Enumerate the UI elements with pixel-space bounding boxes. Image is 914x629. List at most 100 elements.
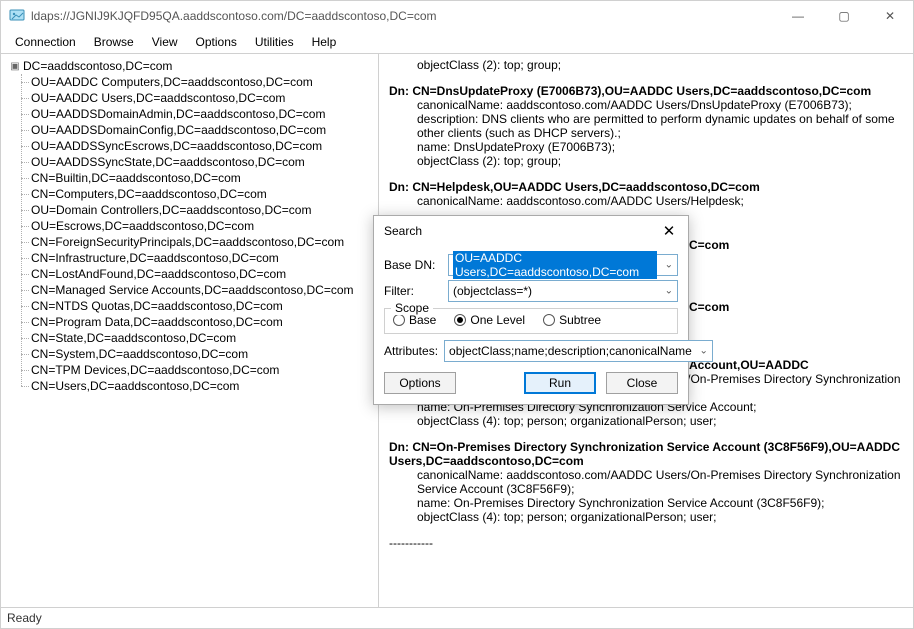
dn-line: Dn: CN=DnsUpdateProxy (E7006B73),OU=AADD… (389, 84, 903, 98)
radio-icon (454, 314, 466, 326)
tree-node-label: OU=AADDSSyncState,DC=aaddscontoso,DC=com (31, 155, 305, 169)
tree-node[interactable]: OU=AADDC Users,DC=aaddscontoso,DC=com (31, 90, 376, 106)
attr-line: objectClass (2): top; group; (389, 154, 903, 168)
maximize-button[interactable]: ▢ (821, 1, 867, 31)
tree-node-label: OU=AADDSDomainConfig,DC=aaddscontoso,DC=… (31, 123, 326, 137)
attr-line: description: DNS clients who are permitt… (389, 112, 903, 140)
attributes-row: Attributes: objectClass;name;description… (384, 340, 678, 362)
scope-subtree-radio[interactable]: Subtree (543, 313, 601, 327)
tree-node-label: CN=Program Data,DC=aaddscontoso,DC=com (31, 315, 283, 329)
search-dialog: Search ✕ Base DN: OU=AADDC Users,DC=aadd… (373, 215, 689, 405)
tree-node-label: OU=AADDSDomainAdmin,DC=aaddscontoso,DC=c… (31, 107, 325, 121)
tree-node-label: CN=Infrastructure,DC=aaddscontoso,DC=com (31, 251, 279, 265)
menu-utilities[interactable]: Utilities (247, 33, 302, 51)
attributes-combo[interactable]: objectClass;name;description;canonicalNa… (444, 340, 713, 362)
titlebar: ldaps://JGNIJ9KJQFD95QA.aaddscontoso.com… (1, 1, 913, 31)
attr-line: canonicalName: aaddscontoso.com/AADDC Us… (389, 194, 903, 208)
tree-node[interactable]: CN=System,DC=aaddscontoso,DC=com (31, 346, 376, 362)
tree-node[interactable]: OU=AADDC Computers,DC=aaddscontoso,DC=co… (31, 74, 376, 90)
tree-node-label: OU=Escrows,DC=aaddscontoso,DC=com (31, 219, 254, 233)
scope-subtree-label: Subtree (559, 313, 601, 327)
tree-node[interactable]: CN=Infrastructure,DC=aaddscontoso,DC=com (31, 250, 376, 266)
base-dn-combo[interactable]: OU=AADDC Users,DC=aaddscontoso,DC=com ⌄ (448, 254, 678, 276)
dialog-close-button[interactable]: ✕ (660, 222, 678, 240)
scope-one-label: One Level (470, 313, 525, 327)
tree-node[interactable]: CN=Users,DC=aaddscontoso,DC=com (31, 378, 376, 394)
close-button[interactable]: ✕ (867, 1, 913, 31)
attr-line: objectClass (4): top; person; organizati… (389, 414, 903, 428)
scope-legend: Scope (391, 301, 433, 315)
tree-node[interactable]: OU=AADDSDomainAdmin,DC=aaddscontoso,DC=c… (31, 106, 376, 122)
attr-line: objectClass (2): top; group; (389, 58, 903, 72)
tree-node-label: CN=Managed Service Accounts,DC=aaddscont… (31, 283, 354, 297)
tree-root-label: DC=aaddscontoso,DC=com (23, 59, 172, 73)
attr-line: name: DnsUpdateProxy (E7006B73); (389, 140, 903, 154)
attr-line: canonicalName: aaddscontoso.com/AADDC Us… (389, 468, 903, 496)
tree-node[interactable]: CN=ForeignSecurityPrincipals,DC=aaddscon… (31, 234, 376, 250)
menu-options[interactable]: Options (188, 33, 245, 51)
statusbar: Ready (1, 607, 913, 627)
result-entry: Dn: CN=On-Premises Directory Synchroniza… (389, 440, 903, 524)
tree-node[interactable]: CN=Managed Service Accounts,DC=aaddscont… (31, 282, 376, 298)
tree-root-node[interactable]: ▣ DC=aaddscontoso,DC=com (9, 58, 376, 74)
scope-group: Scope Base One Level Subtree (384, 308, 678, 334)
filter-value: (objectclass=*) (453, 284, 532, 298)
dn-line: Dn: CN=On-Premises Directory Synchroniza… (389, 440, 903, 468)
radio-icon (543, 314, 555, 326)
tree-node[interactable]: CN=Computers,DC=aaddscontoso,DC=com (31, 186, 376, 202)
tree-node-label: OU=Domain Controllers,DC=aaddscontoso,DC… (31, 203, 311, 217)
tree-node-label: OU=AADDC Users,DC=aaddscontoso,DC=com (31, 91, 285, 105)
scope-one-level-radio[interactable]: One Level (454, 313, 525, 327)
run-button[interactable]: Run (524, 372, 596, 394)
tree-node[interactable]: CN=Program Data,DC=aaddscontoso,DC=com (31, 314, 376, 330)
tree-node[interactable]: OU=Escrows,DC=aaddscontoso,DC=com (31, 218, 376, 234)
tree-node-label: CN=System,DC=aaddscontoso,DC=com (31, 347, 248, 361)
chevron-down-icon: ⌄ (665, 260, 673, 271)
result-entry: Dn: CN=Helpdesk,OU=AADDC Users,DC=aaddsc… (389, 180, 903, 208)
attr-line: objectClass (4): top; person; organizati… (389, 510, 903, 524)
tree-node[interactable]: CN=TPM Devices,DC=aaddscontoso,DC=com (31, 362, 376, 378)
dialog-titlebar: Search ✕ (374, 216, 688, 244)
filter-row: Filter: (objectclass=*) ⌄ (384, 280, 678, 302)
tree-node-label: CN=Builtin,DC=aaddscontoso,DC=com (31, 171, 241, 185)
filter-combo[interactable]: (objectclass=*) ⌄ (448, 280, 678, 302)
result-entry: objectClass (2): top; group; (389, 58, 903, 72)
close-dialog-button[interactable]: Close (606, 372, 678, 394)
window-title: ldaps://JGNIJ9KJQFD95QA.aaddscontoso.com… (31, 9, 437, 23)
tree-node-label: CN=LostAndFound,DC=aaddscontoso,DC=com (31, 267, 286, 281)
tree-node[interactable]: OU=AADDSSyncState,DC=aaddscontoso,DC=com (31, 154, 376, 170)
tree-node-label: OU=AADDSSyncEscrows,DC=aaddscontoso,DC=c… (31, 139, 322, 153)
scope-base-radio[interactable]: Base (393, 313, 436, 327)
tree-node[interactable]: OU=Domain Controllers,DC=aaddscontoso,DC… (31, 202, 376, 218)
options-button[interactable]: Options (384, 372, 456, 394)
tree-node-label: CN=NTDS Quotas,DC=aaddscontoso,DC=com (31, 299, 283, 313)
collapse-icon[interactable]: ▣ (9, 60, 21, 72)
tree-pane[interactable]: ▣ DC=aaddscontoso,DC=com OU=AADDC Comput… (1, 54, 379, 607)
tree-node-label: OU=AADDC Computers,DC=aaddscontoso,DC=co… (31, 75, 313, 89)
menu-browse[interactable]: Browse (86, 33, 142, 51)
tree-node[interactable]: CN=NTDS Quotas,DC=aaddscontoso,DC=com (31, 298, 376, 314)
base-dn-label: Base DN: (384, 258, 442, 272)
dialog-title-text: Search (384, 224, 422, 238)
minimize-button[interactable]: — (775, 1, 821, 31)
tree-root-container: ▣ DC=aaddscontoso,DC=com OU=AADDC Comput… (3, 58, 376, 394)
dialog-body: Base DN: OU=AADDC Users,DC=aaddscontoso,… (374, 244, 688, 404)
menu-connection[interactable]: Connection (7, 33, 84, 51)
tree-node[interactable]: CN=State,DC=aaddscontoso,DC=com (31, 330, 376, 346)
status-text: Ready (7, 611, 42, 625)
tree-node-label: CN=Computers,DC=aaddscontoso,DC=com (31, 187, 267, 201)
tree-node[interactable]: OU=AADDSSyncEscrows,DC=aaddscontoso,DC=c… (31, 138, 376, 154)
result-entry: Dn: CN=DnsUpdateProxy (E7006B73),OU=AADD… (389, 84, 903, 168)
menu-help[interactable]: Help (304, 33, 345, 51)
chevron-down-icon: ⌄ (665, 286, 673, 297)
result-footer: ----------- (389, 536, 903, 550)
menu-view[interactable]: View (144, 33, 186, 51)
tree-node[interactable]: OU=AADDSDomainConfig,DC=aaddscontoso,DC=… (31, 122, 376, 138)
filter-label: Filter: (384, 284, 442, 298)
attributes-value: objectClass;name;description;canonicalNa… (449, 344, 692, 358)
tree-node[interactable]: CN=LostAndFound,DC=aaddscontoso,DC=com (31, 266, 376, 282)
tree-node-label: CN=ForeignSecurityPrincipals,DC=aaddscon… (31, 235, 344, 249)
tree-node-label: CN=TPM Devices,DC=aaddscontoso,DC=com (31, 363, 279, 377)
tree-node[interactable]: CN=Builtin,DC=aaddscontoso,DC=com (31, 170, 376, 186)
attributes-label: Attributes: (384, 344, 438, 358)
